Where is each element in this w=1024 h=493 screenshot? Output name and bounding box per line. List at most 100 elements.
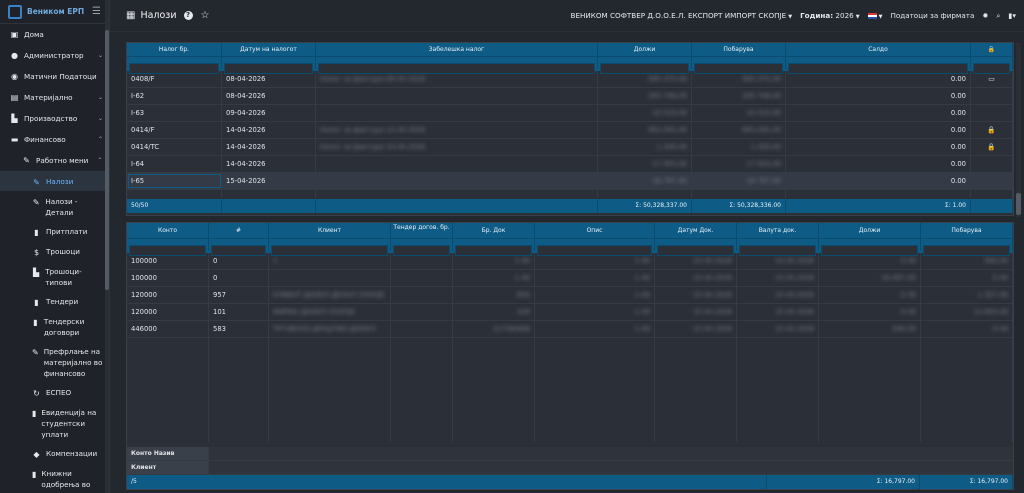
sidebar-submenu-work[interactable]: ✎ Работно мени ⌃ — [0, 150, 109, 171]
orders-col-header[interactable]: 🔒 — [971, 43, 1013, 56]
table-row[interactable]: 0408/F 08-04-2026 Налог за фактура 08.04.2… — [127, 71, 1013, 88]
cell-konto: 100000 — [127, 253, 209, 269]
orders-col-header[interactable]: Побарува — [692, 43, 786, 56]
details-filter-cell — [819, 239, 921, 256]
search-icon[interactable]: ⌕ — [996, 11, 1000, 21]
cell-debit: 585.375,00 — [598, 71, 692, 87]
company-selector[interactable]: ВЕНИКОМ СОФТВЕР Д.О.О.Е.Л. ЕКСПОРТ ИМПОР… — [571, 11, 793, 20]
table-row[interactable]: I-65 15-04-2026 16.797,00 16.797,00 0.00 — [127, 173, 1013, 190]
details-col-header[interactable]: Опис — [535, 223, 655, 238]
cell-tender — [391, 304, 453, 320]
details-col-header[interactable]: # — [209, 223, 269, 238]
details-col-header[interactable]: Клиент — [269, 223, 391, 238]
details-col-header[interactable]: Конто — [127, 223, 209, 238]
cell-num: 583 — [209, 321, 269, 337]
sidebar-item-1[interactable]: ● Администратор ⌄ — [0, 45, 109, 66]
year-selector[interactable]: Година: 2026 ▼ — [800, 11, 860, 20]
sidebar: Веником ЕРП ☰ ▣ Дома ● Администратор ⌄ ◉ Матич… — [0, 0, 110, 493]
cell-client: ТРГОВСКО ДРУШТВО ДООЕЛ — [269, 321, 391, 337]
sidebar-subitem-7[interactable]: ✎ Префрлање на материјално во финансово — [0, 341, 109, 382]
cell-no[interactable]: I-64 — [127, 156, 222, 172]
table-row[interactable]: I-62 08-04-2026 200.748,00 200.748,00 0.00 — [127, 88, 1013, 105]
empty-cell — [269, 338, 391, 442]
cell-no[interactable]: 0414/TC — [127, 139, 222, 155]
sidebar-subitem-11[interactable]: ▮ Книжни одобрења во финансово — [0, 463, 109, 493]
settings-gear-icon[interactable]: ✹ — [982, 11, 988, 20]
details-col-header[interactable]: Бр. Док — [453, 223, 535, 238]
page-title: Налози — [140, 10, 177, 21]
table-row[interactable]: 120000 101 ФИРМА ДООЕЛ СКОПЈЕ 100 1.00 15.04.… — [127, 304, 1013, 321]
sidebar-subitem-1[interactable]: ✎ Налози - Детали — [0, 191, 109, 221]
sidebar-item-5[interactable]: ▬ Финансово ⌃ — [0, 129, 109, 150]
cell-doc: 100 — [453, 304, 535, 320]
money-icon: ▬ — [10, 135, 19, 144]
sidebar-subitem-3[interactable]: $ Трошоци — [0, 241, 109, 261]
empty-cell — [737, 338, 819, 442]
brand[interactable]: Веником ЕРП ☰ — [0, 0, 109, 24]
details-grid: Конто # Клиент Тендер догов. бр. Бр. Док Опис… — [126, 222, 1014, 490]
cell-num: 0 — [209, 270, 269, 286]
cell-no[interactable]: 0414/F — [127, 122, 222, 138]
cell-credit: 1.357,00 — [921, 287, 1013, 303]
table-row[interactable]: 100000 0 1 1.00 1.00 15.04.2026 15.04.2026 0.00… — [127, 253, 1013, 270]
help-icon[interactable]: ? — [183, 11, 193, 20]
chevron-up-icon: ⌃ — [97, 157, 103, 164]
table-row[interactable]: I-63 09-04-2026 10.510,00 10.510,00 0.00 — [127, 105, 1013, 122]
details-col-header[interactable]: Побарува — [921, 223, 1013, 238]
sidebar-item-4[interactable]: ▙ Производство ⌄ — [0, 108, 109, 129]
edit-icon: ✎ — [32, 198, 40, 207]
empty-row — [127, 190, 1013, 199]
cell-note — [316, 156, 598, 172]
sidebar-subitem-label: Префрлање на материјално во финансово — [43, 347, 103, 378]
orders-col-header[interactable]: Датум на налогот — [222, 43, 316, 56]
favorite-star-icon[interactable]: ☆ — [201, 10, 210, 21]
company-data-link[interactable]: Податоци за фирмата — [890, 11, 974, 20]
table-row[interactable]: 100000 0 1.00 1.00 15.04.2026 15.04.2026 16.69… — [127, 270, 1013, 287]
sidebar-subitem-4[interactable]: ▙ Трошоци-типови — [0, 261, 109, 291]
cell-no[interactable]: I-62 — [127, 88, 222, 104]
cell-opis: 1.00 — [535, 321, 655, 337]
details-filter-cell — [921, 239, 1013, 256]
sidebar-subitem-0[interactable]: ✎ Налози — [0, 171, 109, 191]
language-selector[interactable]: ▼ — [867, 11, 882, 20]
cell-no[interactable]: I-65 — [127, 173, 222, 189]
sidebar-item-2[interactable]: ◉ Матични Податоци — [0, 66, 109, 87]
cell-credit: 17.503,00 — [692, 156, 786, 172]
orders-filter-cell — [786, 57, 971, 74]
details-col-header[interactable]: Датум Док. — [655, 223, 737, 238]
orders-scrollbar[interactable] — [1016, 43, 1021, 217]
orders-col-header[interactable]: Налог бр. — [127, 43, 222, 56]
sidebar-item-0[interactable]: ▣ Дома — [0, 24, 109, 45]
details-col-header[interactable]: Валута док. — [737, 223, 819, 238]
sidebar-subitem-label: Трошоци — [46, 247, 80, 256]
orders-col-header[interactable]: Должи — [598, 43, 692, 56]
sidebar-subitem-label: Тендерски договори — [43, 317, 85, 337]
details-col-header[interactable]: Должи — [819, 223, 921, 238]
cell-saldo: 0.00 — [786, 173, 971, 189]
cell-valuta: 15.04.2026 — [737, 270, 819, 286]
sidebar-item-3[interactable]: ▤ Материјално ⌄ — [0, 87, 109, 108]
table-icon: ▦ — [126, 10, 136, 21]
menu-toggle-icon[interactable]: ☰ — [92, 6, 101, 17]
details-col-header[interactable]: Тендер догов. бр. — [391, 223, 453, 238]
caret-down-icon: ▼ — [788, 14, 793, 20]
user-menu-icon[interactable]: ▮▾ — [1008, 11, 1016, 20]
sidebar-subitem-6[interactable]: ▮ Тендерски договори — [0, 311, 109, 341]
cell-date: 15.04.2026 — [655, 287, 737, 303]
orders-col-header[interactable]: Забелешка налог — [316, 43, 598, 56]
sidebar-subitem-9[interactable]: ▮ Евиденција на студентски уплати — [0, 402, 109, 443]
cell-no[interactable]: I-63 — [127, 105, 222, 121]
table-row[interactable]: 0414/F 14-04-2026 Налог за фактура 14.04.2… — [127, 122, 1013, 139]
table-row[interactable]: I-64 14-04-2026 17.503,00 17.503,00 0.00 — [127, 156, 1013, 173]
table-row[interactable]: 0414/TC 14-04-2026 Налог за фактура 14.04.… — [127, 139, 1013, 156]
orders-col-header[interactable]: Салдо — [786, 43, 971, 56]
sidebar-subitem-2[interactable]: ▮ Притплати — [0, 221, 109, 241]
table-row[interactable]: 120000 957 КЛИЕНТ ДООЕЛ ДЕЛАЛ СКОПЈЕ 850 1.0… — [127, 287, 1013, 304]
sidebar-subitem-8[interactable]: ↻ ЕСПЕО — [0, 382, 109, 402]
sidebar-subitem-5[interactable]: ▮ Тендери — [0, 291, 109, 311]
cell-no[interactable]: 0408/F — [127, 71, 222, 87]
sidebar-subitem-10[interactable]: ◆ Компензации — [0, 443, 109, 463]
table-row[interactable]: 446000 583 ТРГОВСКО ДРУШТВО ДООЕЛ 21758/866… — [127, 321, 1013, 338]
sidebar-scrollbar[interactable] — [105, 0, 109, 493]
empty-cell — [316, 190, 598, 199]
